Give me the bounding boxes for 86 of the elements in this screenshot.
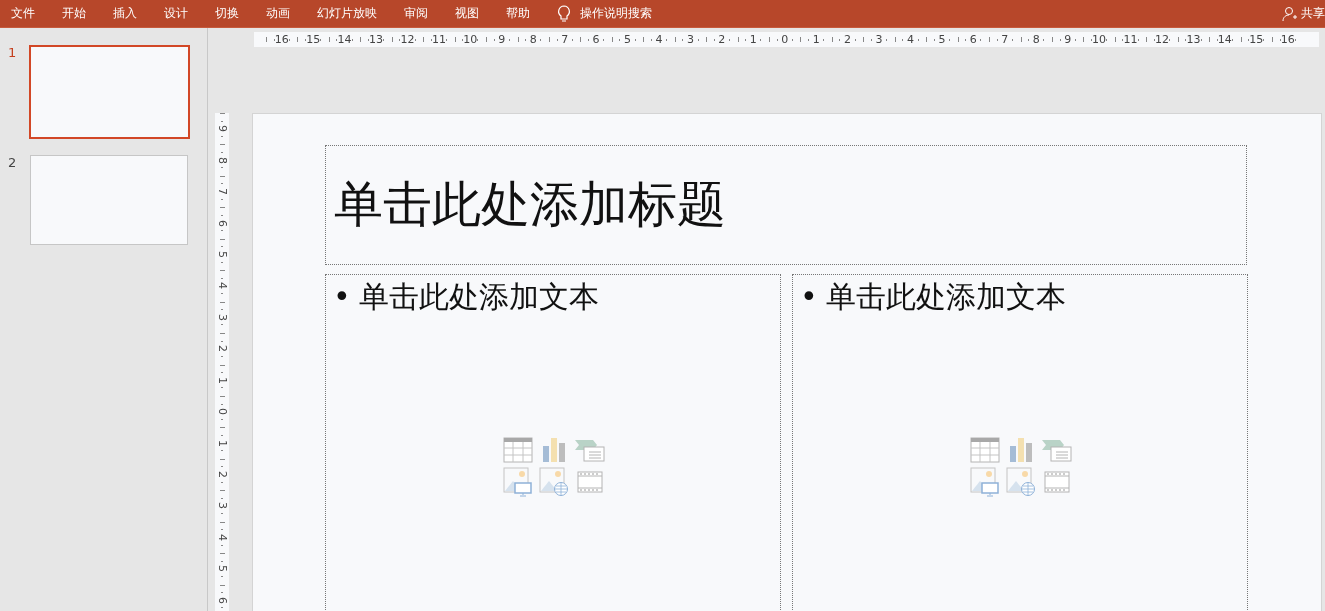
slide-number: 1 [7,45,18,60]
menu-tab[interactable]: 文件 [11,5,35,22]
ruler-number: 6 [216,219,228,227]
ruler-number: 7 [1001,34,1009,45]
menu-tab[interactable]: 切换 [215,5,239,22]
ruler-number: 3 [216,313,228,321]
bar-chart-icon[interactable] [1007,437,1034,463]
menu-tab[interactable]: 开始 [62,5,86,22]
ruler-number: 8 [216,156,228,164]
ruler-number: 9 [1064,34,1072,45]
ruler-number: 16 [274,34,289,45]
menu-tab[interactable]: 设计 [164,5,188,22]
menu-tab[interactable]: 审阅 [404,5,428,22]
film-icon[interactable] [1043,469,1070,495]
ruler-number: 4 [216,282,228,290]
ruler-number: 11 [431,34,446,45]
ruler-number: 8 [529,34,537,45]
online-picture-icon[interactable] [1005,467,1036,497]
person-add-icon [1282,5,1298,22]
ruler-number: 14 [1217,34,1232,45]
ruler-number: 10 [463,34,478,45]
ruler-number: 8 [1032,34,1040,45]
ruler-number: 2 [216,345,228,353]
ruler-number: 3 [686,34,694,45]
ruler-number: 9 [216,125,228,133]
ruler-number: 6 [592,34,600,45]
table-icon[interactable] [502,437,533,463]
ruler-number: 7 [216,188,228,196]
lightbulb-icon[interactable] [557,4,571,23]
ruler-number: 5 [624,34,632,45]
picture-icon[interactable] [969,467,1000,497]
diagram-icon[interactable] [1041,437,1072,463]
tell-me-search[interactable]: 操作说明搜索 [580,5,652,22]
film-icon[interactable] [576,469,603,495]
ruler-number: 12 [1154,34,1169,45]
menu-tab[interactable]: 视图 [455,5,479,22]
ruler-number: 4 [906,34,914,45]
ruler-number: 16 [1280,34,1295,45]
ruler-number: 6 [216,596,228,604]
menu-tab[interactable]: 幻灯片放映 [317,5,377,22]
ruler-number: 6 [969,34,977,45]
ruler-number: 12 [400,34,415,45]
ruler-number: 4 [655,34,663,45]
bullet: • [800,279,818,315]
slide-number: 2 [7,155,18,170]
ruler-number: 1 [812,34,820,45]
ruler-number: 1 [216,439,228,447]
online-picture-icon[interactable] [538,467,569,497]
ruler-number: 13 [1186,34,1201,45]
diagram-icon[interactable] [574,437,605,463]
ruler-number: 1 [749,34,757,45]
ruler-number: 2 [216,471,228,479]
ruler-number: 11 [1123,34,1138,45]
ruler-number: 15 [1249,34,1264,45]
menu-tab[interactable]: 插入 [113,5,137,22]
ruler-number: 9 [498,34,506,45]
placeholder-text: 单击此处添加文本 [825,279,1066,315]
slide-thumbnail[interactable] [30,155,188,245]
ruler-number: 5 [938,34,946,45]
table-icon[interactable] [969,437,1000,463]
ruler-number: 10 [1092,34,1107,45]
ruler-number: 4 [216,533,228,541]
content-placeholder[interactable]: • 单击此处添加文本 [792,274,1248,611]
placeholder-text: 单击此处添加文本 [358,279,599,315]
ruler-number: 2 [844,34,852,45]
ruler-number: 3 [875,34,883,45]
ruler-number: 0 [781,34,789,45]
bullet: • [333,279,351,315]
bar-chart-icon[interactable] [540,437,567,463]
share-button[interactable]: 共享 [1282,5,1325,22]
ruler-number: 14 [337,34,352,45]
content-placeholder[interactable]: • 单击此处添加文本 [325,274,781,611]
title-placeholder[interactable]: 单击此处添加标题 [325,145,1247,265]
ruler-number: 13 [369,34,384,45]
ruler-number: 3 [216,502,228,510]
menu-tab[interactable]: 动画 [266,5,290,22]
ruler-number: 1 [216,376,228,384]
ruler-number: 7 [561,34,569,45]
ruler-number: 15 [306,34,321,45]
slide-thumbnail[interactable] [29,45,190,139]
ruler-number: 5 [216,565,228,573]
ruler-number: 5 [216,250,228,258]
menu-tab[interactable]: 帮助 [506,5,530,22]
ruler-number: 0 [216,408,228,416]
picture-icon[interactable] [502,467,533,497]
ruler-number: 2 [718,34,726,45]
